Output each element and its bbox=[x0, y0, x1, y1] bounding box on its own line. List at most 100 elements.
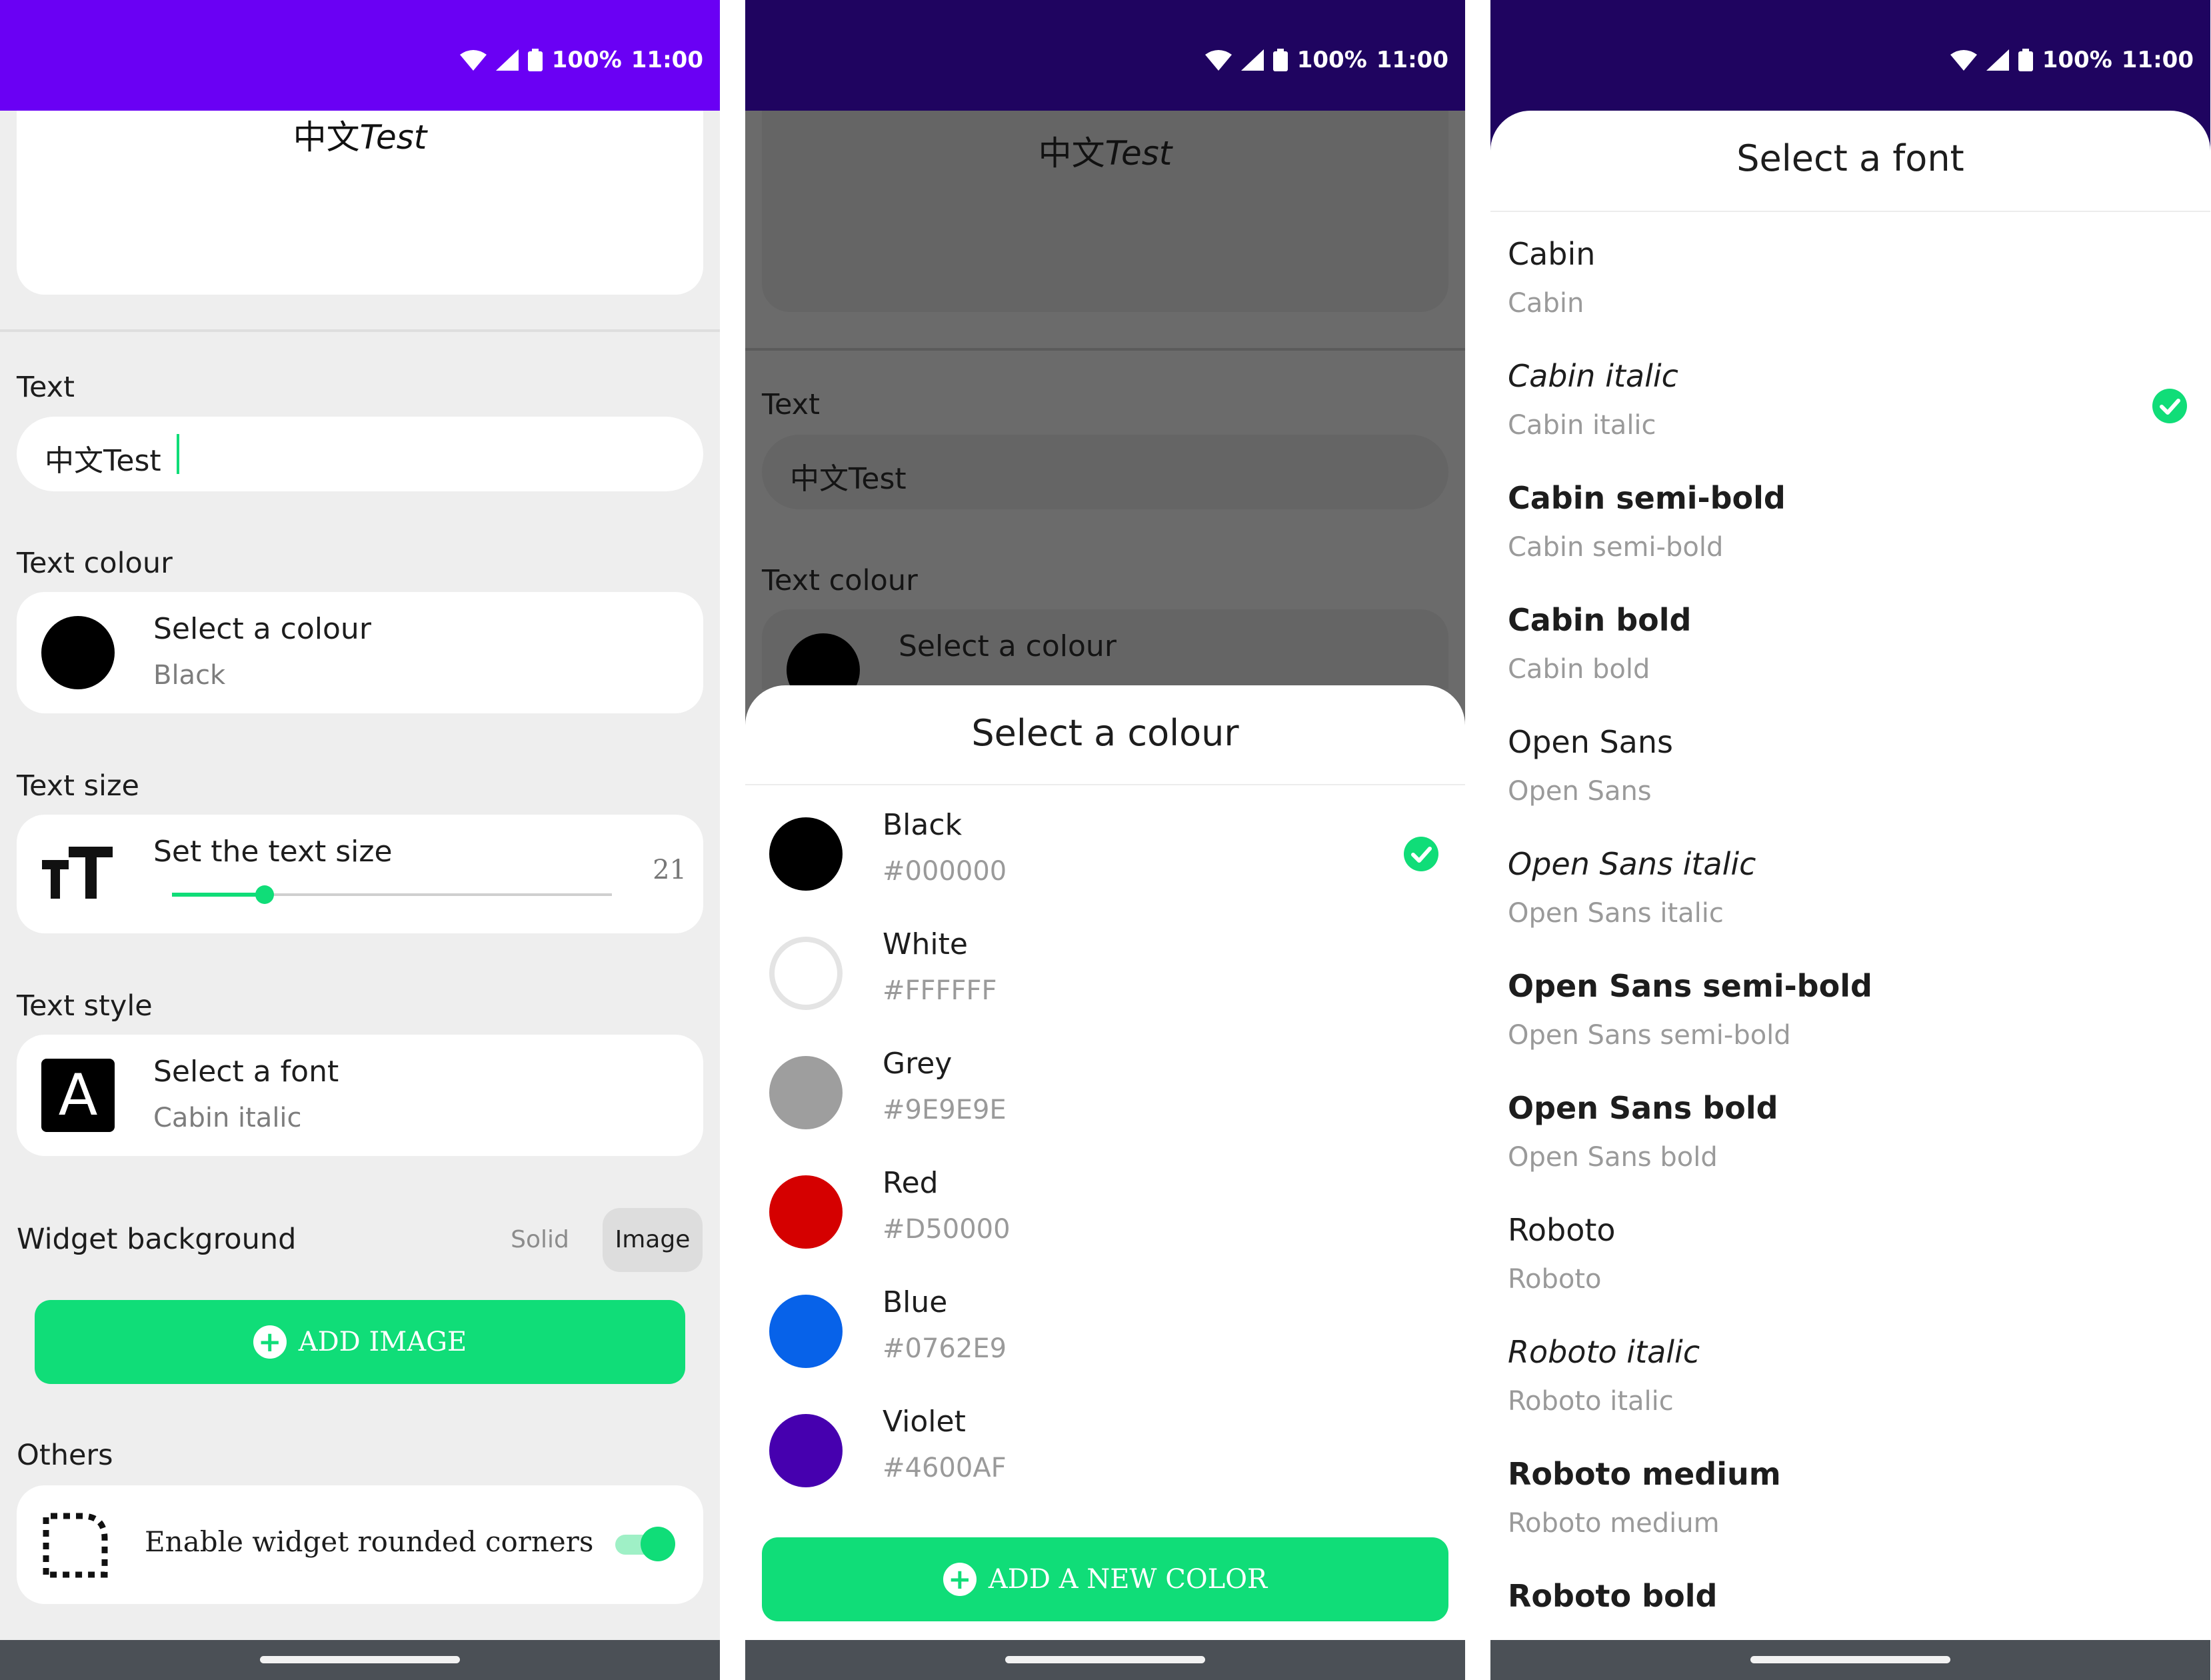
preview-text-latin: Test bbox=[359, 118, 427, 157]
text-size-card: Set the text size 21 bbox=[17, 815, 703, 933]
check-icon bbox=[1404, 837, 1438, 871]
colour-hex: #4600AF bbox=[883, 1453, 1007, 1483]
font-sample: Roboto medium bbox=[1508, 1508, 1720, 1539]
font-selector-value: Cabin italic bbox=[153, 1103, 302, 1133]
background-option-solid[interactable]: Solid bbox=[493, 1208, 587, 1272]
dimmed-preview: 中文Test bbox=[762, 111, 1448, 312]
font-option[interactable]: Cabin bold Cabin bold bbox=[1490, 589, 2210, 711]
colour-name: White bbox=[883, 927, 968, 961]
signal-icon bbox=[1240, 49, 1264, 71]
clock: 11:00 bbox=[1376, 47, 1448, 73]
font-name: Cabin semi-bold bbox=[1508, 480, 1786, 516]
colour-option[interactable]: Black #000000 bbox=[745, 796, 1465, 917]
battery-icon bbox=[527, 49, 543, 71]
signal-icon bbox=[1986, 49, 2009, 71]
font-selector-title: Select a font bbox=[153, 1055, 339, 1089]
home-handle[interactable] bbox=[260, 1656, 460, 1663]
colour-name: Red bbox=[883, 1166, 939, 1200]
font-option[interactable]: Open Sans bold Open Sans bold bbox=[1490, 1077, 2210, 1199]
font-option[interactable]: Cabin italic Cabin italic bbox=[1490, 345, 2210, 467]
plus-icon: + bbox=[253, 1325, 287, 1359]
colour-swatch bbox=[769, 1414, 843, 1487]
home-handle[interactable] bbox=[1005, 1656, 1205, 1663]
status-bar: 100% 11:00 bbox=[0, 0, 720, 111]
colour-selector-value: Black bbox=[153, 660, 226, 691]
font-option[interactable]: Open Sans italic Open Sans italic bbox=[1490, 833, 2210, 955]
text-size-title: Set the text size bbox=[153, 835, 393, 869]
colour-sheet-title: Select a colour bbox=[971, 712, 1239, 754]
add-image-label: ADD IMAGE bbox=[298, 1327, 467, 1357]
font-name: Roboto bbox=[1508, 1212, 1616, 1248]
rounded-corners-toggle[interactable] bbox=[615, 1527, 675, 1563]
battery-icon bbox=[1272, 49, 1288, 71]
dimmed-colour-swatch bbox=[787, 633, 860, 689]
rounded-corners-label: Enable widget rounded corners bbox=[145, 1525, 594, 1558]
colour-swatch bbox=[769, 1175, 843, 1249]
current-colour-swatch bbox=[41, 616, 115, 689]
others-section-title: Others bbox=[17, 1439, 113, 1472]
font-sample: Cabin bold bbox=[1508, 654, 1650, 685]
font-selector[interactable]: A Select a font Cabin italic bbox=[17, 1035, 703, 1156]
preview-text-cjk: 中文 bbox=[293, 118, 360, 157]
font-option[interactable]: Cabin semi-bold Cabin semi-bold bbox=[1490, 467, 2210, 589]
colour-option[interactable]: Red #D50000 bbox=[745, 1154, 1465, 1275]
home-handle[interactable] bbox=[1750, 1656, 1950, 1663]
battery-percent: 100% bbox=[551, 47, 622, 73]
font-option[interactable]: Open Sans semi-bold Open Sans semi-bold bbox=[1490, 955, 2210, 1077]
text-size-slider[interactable] bbox=[172, 881, 612, 908]
font-name: Roboto italic bbox=[1508, 1334, 1700, 1370]
dimmed-text-input-value: 中文Test bbox=[790, 462, 907, 496]
font-sample: Open Sans bold bbox=[1508, 1142, 1718, 1173]
font-sheet-title: Select a font bbox=[1736, 137, 1964, 179]
background-option-image[interactable]: Image bbox=[603, 1208, 703, 1272]
add-new-color-button[interactable]: + ADD A NEW COLOR bbox=[762, 1537, 1448, 1621]
colour-swatch bbox=[769, 817, 843, 891]
font-name: Roboto bold bbox=[1508, 1578, 1718, 1614]
wifi-icon bbox=[1950, 50, 1977, 71]
colour-option[interactable]: Violet #4600AF bbox=[745, 1393, 1465, 1514]
font-sample: Open Sans italic bbox=[1508, 898, 1724, 929]
divider bbox=[0, 329, 720, 332]
colour-name: Grey bbox=[883, 1047, 953, 1081]
font-option[interactable]: Open Sans Open Sans bbox=[1490, 711, 2210, 833]
dimmed-colour-selector: Select a colour bbox=[762, 609, 1448, 689]
font-sample: Roboto italic bbox=[1508, 1386, 1674, 1417]
font-sample: Cabin bbox=[1508, 288, 1584, 319]
add-image-button[interactable]: + ADD IMAGE bbox=[35, 1300, 685, 1384]
font-option[interactable]: Roboto italic Roboto italic bbox=[1490, 1321, 2210, 1443]
slider-thumb[interactable] bbox=[255, 885, 274, 904]
font-sample: Open Sans bbox=[1508, 776, 1652, 807]
colour-option[interactable]: Blue #0762E9 bbox=[745, 1273, 1465, 1395]
colour-bottom-sheet: Select a colour Black #000000 White #FFFFFF… bbox=[745, 685, 1465, 1640]
text-input-field[interactable]: 中文Test bbox=[17, 417, 703, 491]
sheet-divider bbox=[745, 784, 1465, 785]
font-name: Cabin italic bbox=[1508, 358, 1678, 394]
colour-swatch bbox=[769, 937, 843, 1010]
dimmed-colour-section-title: Text colour bbox=[762, 564, 918, 597]
colour-name: Blue bbox=[883, 1285, 948, 1319]
signal-icon bbox=[495, 49, 519, 71]
widget-editor-screen: 100% 11:00 中文Test Text 中文Test Text colou… bbox=[0, 0, 720, 1680]
add-new-color-label: ADD A NEW COLOR bbox=[988, 1564, 1268, 1595]
colour-option[interactable]: White #FFFFFF bbox=[745, 915, 1465, 1037]
preview-text-cjk: 中文 bbox=[1038, 134, 1105, 173]
battery-percent: 100% bbox=[1296, 47, 1367, 73]
dimmed-text-input: 中文Test bbox=[762, 435, 1448, 509]
font-sample: Open Sans semi-bold bbox=[1508, 1020, 1791, 1051]
colour-hex: #0762E9 bbox=[883, 1333, 1007, 1364]
colour-selector[interactable]: Select a colour Black bbox=[17, 592, 703, 713]
colour-hex: #9E9E9E bbox=[883, 1095, 1007, 1125]
colour-swatch bbox=[769, 1056, 843, 1129]
colour-hex: #D50000 bbox=[883, 1214, 1011, 1245]
colour-option[interactable]: Grey #9E9E9E bbox=[745, 1035, 1465, 1156]
wifi-icon bbox=[459, 50, 487, 71]
navigation-bar bbox=[0, 1640, 720, 1680]
text-cursor bbox=[177, 434, 179, 474]
font-option[interactable]: Cabin Cabin bbox=[1490, 223, 2210, 345]
colour-picker-screen: 100% 11:00 中文Test Text 中文Test Text colou… bbox=[745, 0, 1465, 1680]
font-option[interactable]: Roboto Roboto bbox=[1490, 1199, 2210, 1321]
font-option[interactable]: Roboto medium Roboto medium bbox=[1490, 1443, 2210, 1565]
battery-icon bbox=[2018, 49, 2033, 71]
text-size-value: 21 bbox=[653, 855, 687, 885]
navigation-bar bbox=[1490, 1640, 2210, 1680]
